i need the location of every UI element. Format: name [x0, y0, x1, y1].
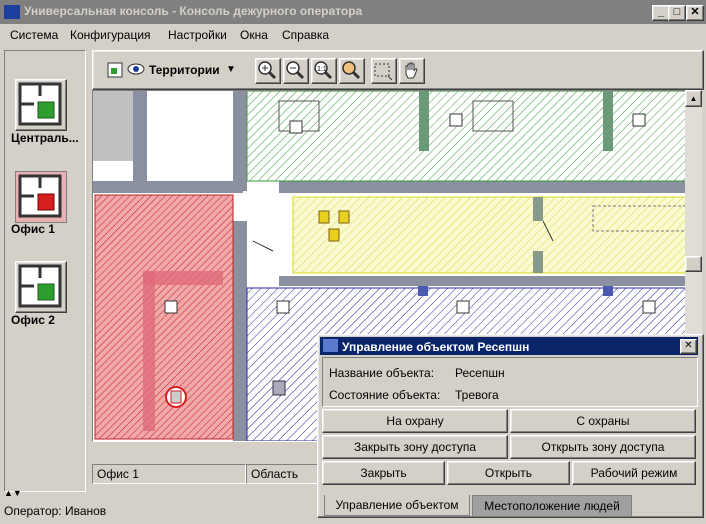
close-door-button[interactable]: Закрыть	[322, 461, 445, 485]
menu-windows[interactable]: Окна	[240, 28, 268, 42]
menu-configuration[interactable]: Конфигурация	[70, 28, 151, 42]
app-icon	[4, 5, 20, 19]
disarm-button[interactable]: С охраны	[510, 409, 696, 433]
operator-label: Оператор: Иванов	[4, 504, 107, 518]
zoom-in-button[interactable]	[255, 58, 281, 84]
site-office2-label: Офис 2	[11, 313, 55, 327]
object-state-label: Состояние объекта:	[329, 388, 441, 402]
zoom-in-icon	[258, 61, 277, 80]
zoom-fit-button[interactable]: 1:1	[311, 58, 337, 84]
area-field: Область	[246, 464, 322, 484]
eye-icon	[127, 63, 145, 78]
pan-button[interactable]	[399, 58, 425, 84]
window-title: Универсальная консоль - Консоль дежурног…	[24, 4, 363, 18]
object-name-label: Название объекта:	[329, 366, 435, 380]
object-name-value: Ресепшн	[455, 366, 505, 380]
zoom-out-icon	[286, 61, 305, 80]
sites-panel: Централь... Офис 1 Офис 2	[4, 50, 86, 492]
zoom-fit-icon: 1:1	[314, 61, 333, 80]
current-site-field: Офис 1	[92, 464, 246, 484]
menu-system[interactable]: Система	[10, 28, 58, 42]
hand-icon	[405, 62, 418, 79]
zoom-area-icon	[342, 61, 361, 80]
building-alarm-icon	[18, 174, 62, 218]
dialog-title: Управление объектом Ресепшн	[342, 340, 530, 354]
map-toolbar: Территории ▼ 1:1	[92, 50, 704, 90]
window-titlebar: Универсальная консоль - Консоль дежурног…	[0, 0, 706, 24]
menubar: Система Конфигурация Настройки Окна Спра…	[0, 24, 706, 46]
zoom-out-button[interactable]	[283, 58, 309, 84]
menu-help[interactable]: Справка	[282, 28, 329, 42]
scroll-thumb[interactable]	[685, 256, 702, 272]
open-door-button[interactable]: Открыть	[447, 461, 570, 485]
tab-object-control[interactable]: Управление объектом	[324, 495, 470, 516]
app-icon	[323, 339, 338, 352]
object-info-panel: Название объекта: Ресепшн Состояние объе…	[322, 357, 698, 407]
map-status-row: Офис 1 Область	[92, 462, 322, 484]
dialog-close-button[interactable]: ✕	[680, 339, 697, 354]
close-button[interactable]: ✕	[686, 5, 704, 21]
svg-text:1:1: 1:1	[317, 66, 327, 73]
dialog-titlebar: Управление объектом Ресепшн ✕	[320, 337, 698, 355]
object-control-dialog: Управление объектом Ресепшн ✕ Название о…	[317, 334, 704, 518]
tab-people-location[interactable]: Местоположение людей	[472, 495, 632, 517]
building-icon	[18, 82, 62, 126]
building-icon	[18, 264, 62, 308]
arm-button[interactable]: На охрану	[322, 409, 508, 433]
site-office1-button[interactable]	[15, 171, 67, 223]
scroll-up-icon[interactable]: ▲	[685, 90, 702, 107]
close-access-zone-button[interactable]: Закрыть зону доступа	[322, 435, 508, 459]
selection-rect-icon	[374, 63, 393, 81]
site-central-button[interactable]	[15, 79, 67, 131]
work-mode-button[interactable]: Рабочий режим	[572, 461, 696, 485]
site-office1-label: Офис 1	[11, 222, 55, 236]
zoom-area-button[interactable]	[339, 58, 365, 84]
chevron-down-icon[interactable]: ▼	[226, 64, 236, 75]
menu-settings[interactable]: Настройки	[168, 28, 227, 42]
select-area-button[interactable]	[371, 58, 397, 84]
site-office2-button[interactable]	[15, 261, 67, 313]
layer-dropdown[interactable]: Территории	[149, 63, 220, 77]
open-access-zone-button[interactable]: Открыть зону доступа	[510, 435, 696, 459]
maximize-button[interactable]: □	[668, 5, 686, 21]
site-central-label: Централь...	[11, 131, 79, 145]
layers-toggle-icon[interactable]	[103, 58, 127, 82]
object-state-value: Тревога	[455, 388, 499, 402]
